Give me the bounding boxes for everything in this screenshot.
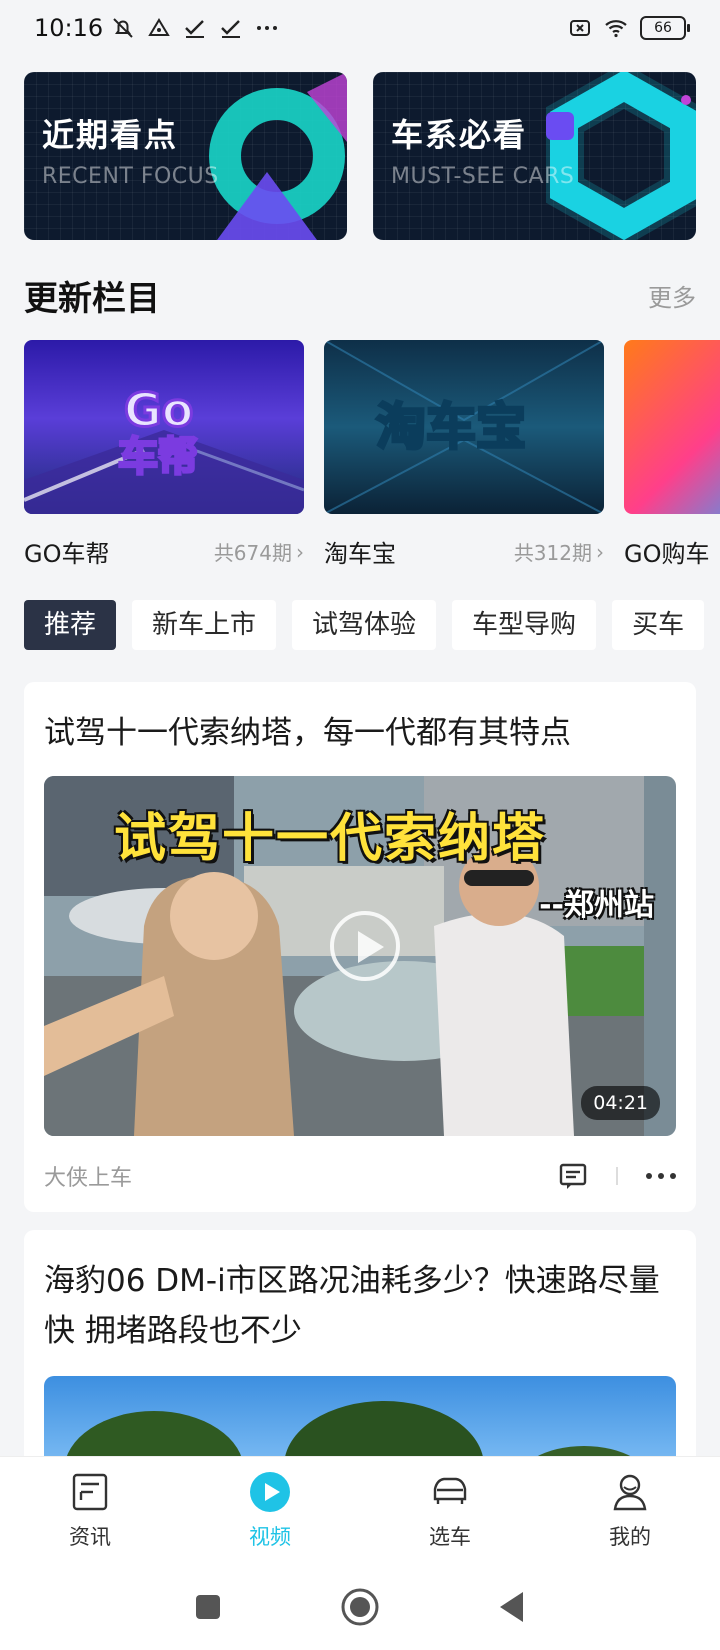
car-icon [433,1477,467,1504]
column-count: 共312期 [513,541,592,565]
play-icon [250,1471,290,1512]
column-thumbnail: 淘车宝 [324,340,604,514]
author-name[interactable]: 大侠上车 [44,1160,132,1192]
nav-item-news[interactable]: 资讯 [0,1457,180,1564]
video-overlay-subtitle: --郑州站 [539,888,654,923]
bottom-navigation: 资讯 视频 选车 我的 [0,1456,720,1564]
back-triangle-icon [500,1592,523,1622]
more-icon [257,26,278,30]
no-sim-icon [570,20,590,36]
column-thumbnail: Go 车帮 [24,340,304,514]
svg-text:淘车宝: 淘车宝 [376,398,526,456]
chevron-right-icon: › [596,539,604,564]
category-tabs: 推荐 新车上市 试驾体验 车型导购 买车 [24,600,720,650]
svg-text:车帮: 车帮 [118,434,198,480]
video-overlay-title: 试驾十一代索纳塔 [114,809,547,869]
nav-item-video[interactable]: 视频 [180,1457,360,1564]
mute-icon [113,18,133,38]
update-section-header: 更新栏目 更多 [24,270,696,320]
status-bar: 10:16 66 [0,0,720,56]
feed-card-title[interactable]: 试驾十一代索纳塔，每一代都有其特点 [24,682,696,758]
divider [616,1167,618,1185]
nav-label: 我的 [609,1524,651,1549]
section-title: 更新栏目 [24,278,160,319]
video-duration: 04:21 [581,1086,660,1120]
columns-carousel[interactable]: Go 车帮 GO车帮 共674期 › 淘车宝 淘车宝 共312期 › GO购车 [24,340,720,570]
wifi-icon [605,20,627,38]
check-icon [221,20,241,38]
tab-recommend[interactable]: 推荐 [24,600,117,650]
user-icon [613,1474,647,1510]
tab-buy-car[interactable]: 买车 [612,600,705,650]
check-icon [185,20,205,38]
feed-card[interactable]: 试驾十一代索纳塔，每一代都有其特点 试驾十一代索纳塔 --郑州站 04:21 大… [24,682,696,1212]
column-card-go-gouche[interactable]: GO购车 [624,340,720,570]
nav-label: 选车 [429,1524,471,1549]
news-icon [72,1473,108,1510]
tab-new-cars[interactable]: 新车上市 [132,600,277,650]
column-card-taochebao[interactable]: 淘车宝 淘车宝 共312期 › [324,340,604,570]
chevron-right-icon: › [296,539,304,564]
feature-subtitle: RECENT FOCUS [42,164,219,189]
comment-icon[interactable] [558,1161,588,1191]
feature-title: 车系必看 [391,116,528,154]
home-circle-icon [341,1588,379,1626]
battery-icon: 66 [640,16,690,40]
notification-icon [148,18,170,36]
column-card-go-chebang[interactable]: Go 车帮 GO车帮 共674期 › [24,340,304,570]
nav-label: 资讯 [69,1524,111,1549]
ring-graphic-icon [209,72,347,240]
feature-title: 近期看点 [42,116,179,154]
nav-item-choose-car[interactable]: 选车 [360,1457,540,1564]
column-name: 淘车宝 [324,540,396,568]
column-name: GO车帮 [24,540,110,568]
svg-text:Go: Go [124,383,193,437]
play-icon[interactable] [330,911,400,981]
nav-label: 视频 [249,1524,291,1549]
feed-card[interactable]: 海豹06 DM-i市区路况油耗多少？快速路尽量快 拥堵路段也不少 [24,1230,696,1470]
feature-card-recent-focus[interactable]: 近期看点 RECENT FOCUS [24,72,347,240]
column-thumbnail [624,340,720,514]
hexagon-graphic-icon [546,72,696,240]
square-icon [196,1595,220,1619]
recent-apps-button[interactable] [188,1587,228,1627]
status-time: 10:16 [34,14,104,42]
video-thumbnail[interactable]: 试驾十一代索纳塔 --郑州站 04:21 [44,776,676,1136]
feature-cards: 近期看点 RECENT FOCUS 车系必看 MUST-SEE CARS [24,72,696,240]
nav-item-me[interactable]: 我的 [540,1457,720,1564]
column-count: 共674期 [213,541,292,565]
more-options-icon[interactable] [646,1173,676,1179]
system-navigation [0,1564,720,1650]
back-button[interactable] [492,1587,532,1627]
feed-card-title[interactable]: 海豹06 DM-i市区路况油耗多少？快速路尽量快 拥堵路段也不少 [24,1230,696,1356]
column-name: GO购车 [624,540,710,568]
feature-subtitle: MUST-SEE CARS [391,164,575,189]
feature-card-must-see-cars[interactable]: 车系必看 MUST-SEE CARS [373,72,696,240]
more-link[interactable]: 更多 [648,278,696,313]
tab-buying-guide[interactable]: 车型导购 [452,600,597,650]
tab-test-drive[interactable]: 试驾体验 [292,600,437,650]
home-button[interactable] [340,1587,380,1627]
